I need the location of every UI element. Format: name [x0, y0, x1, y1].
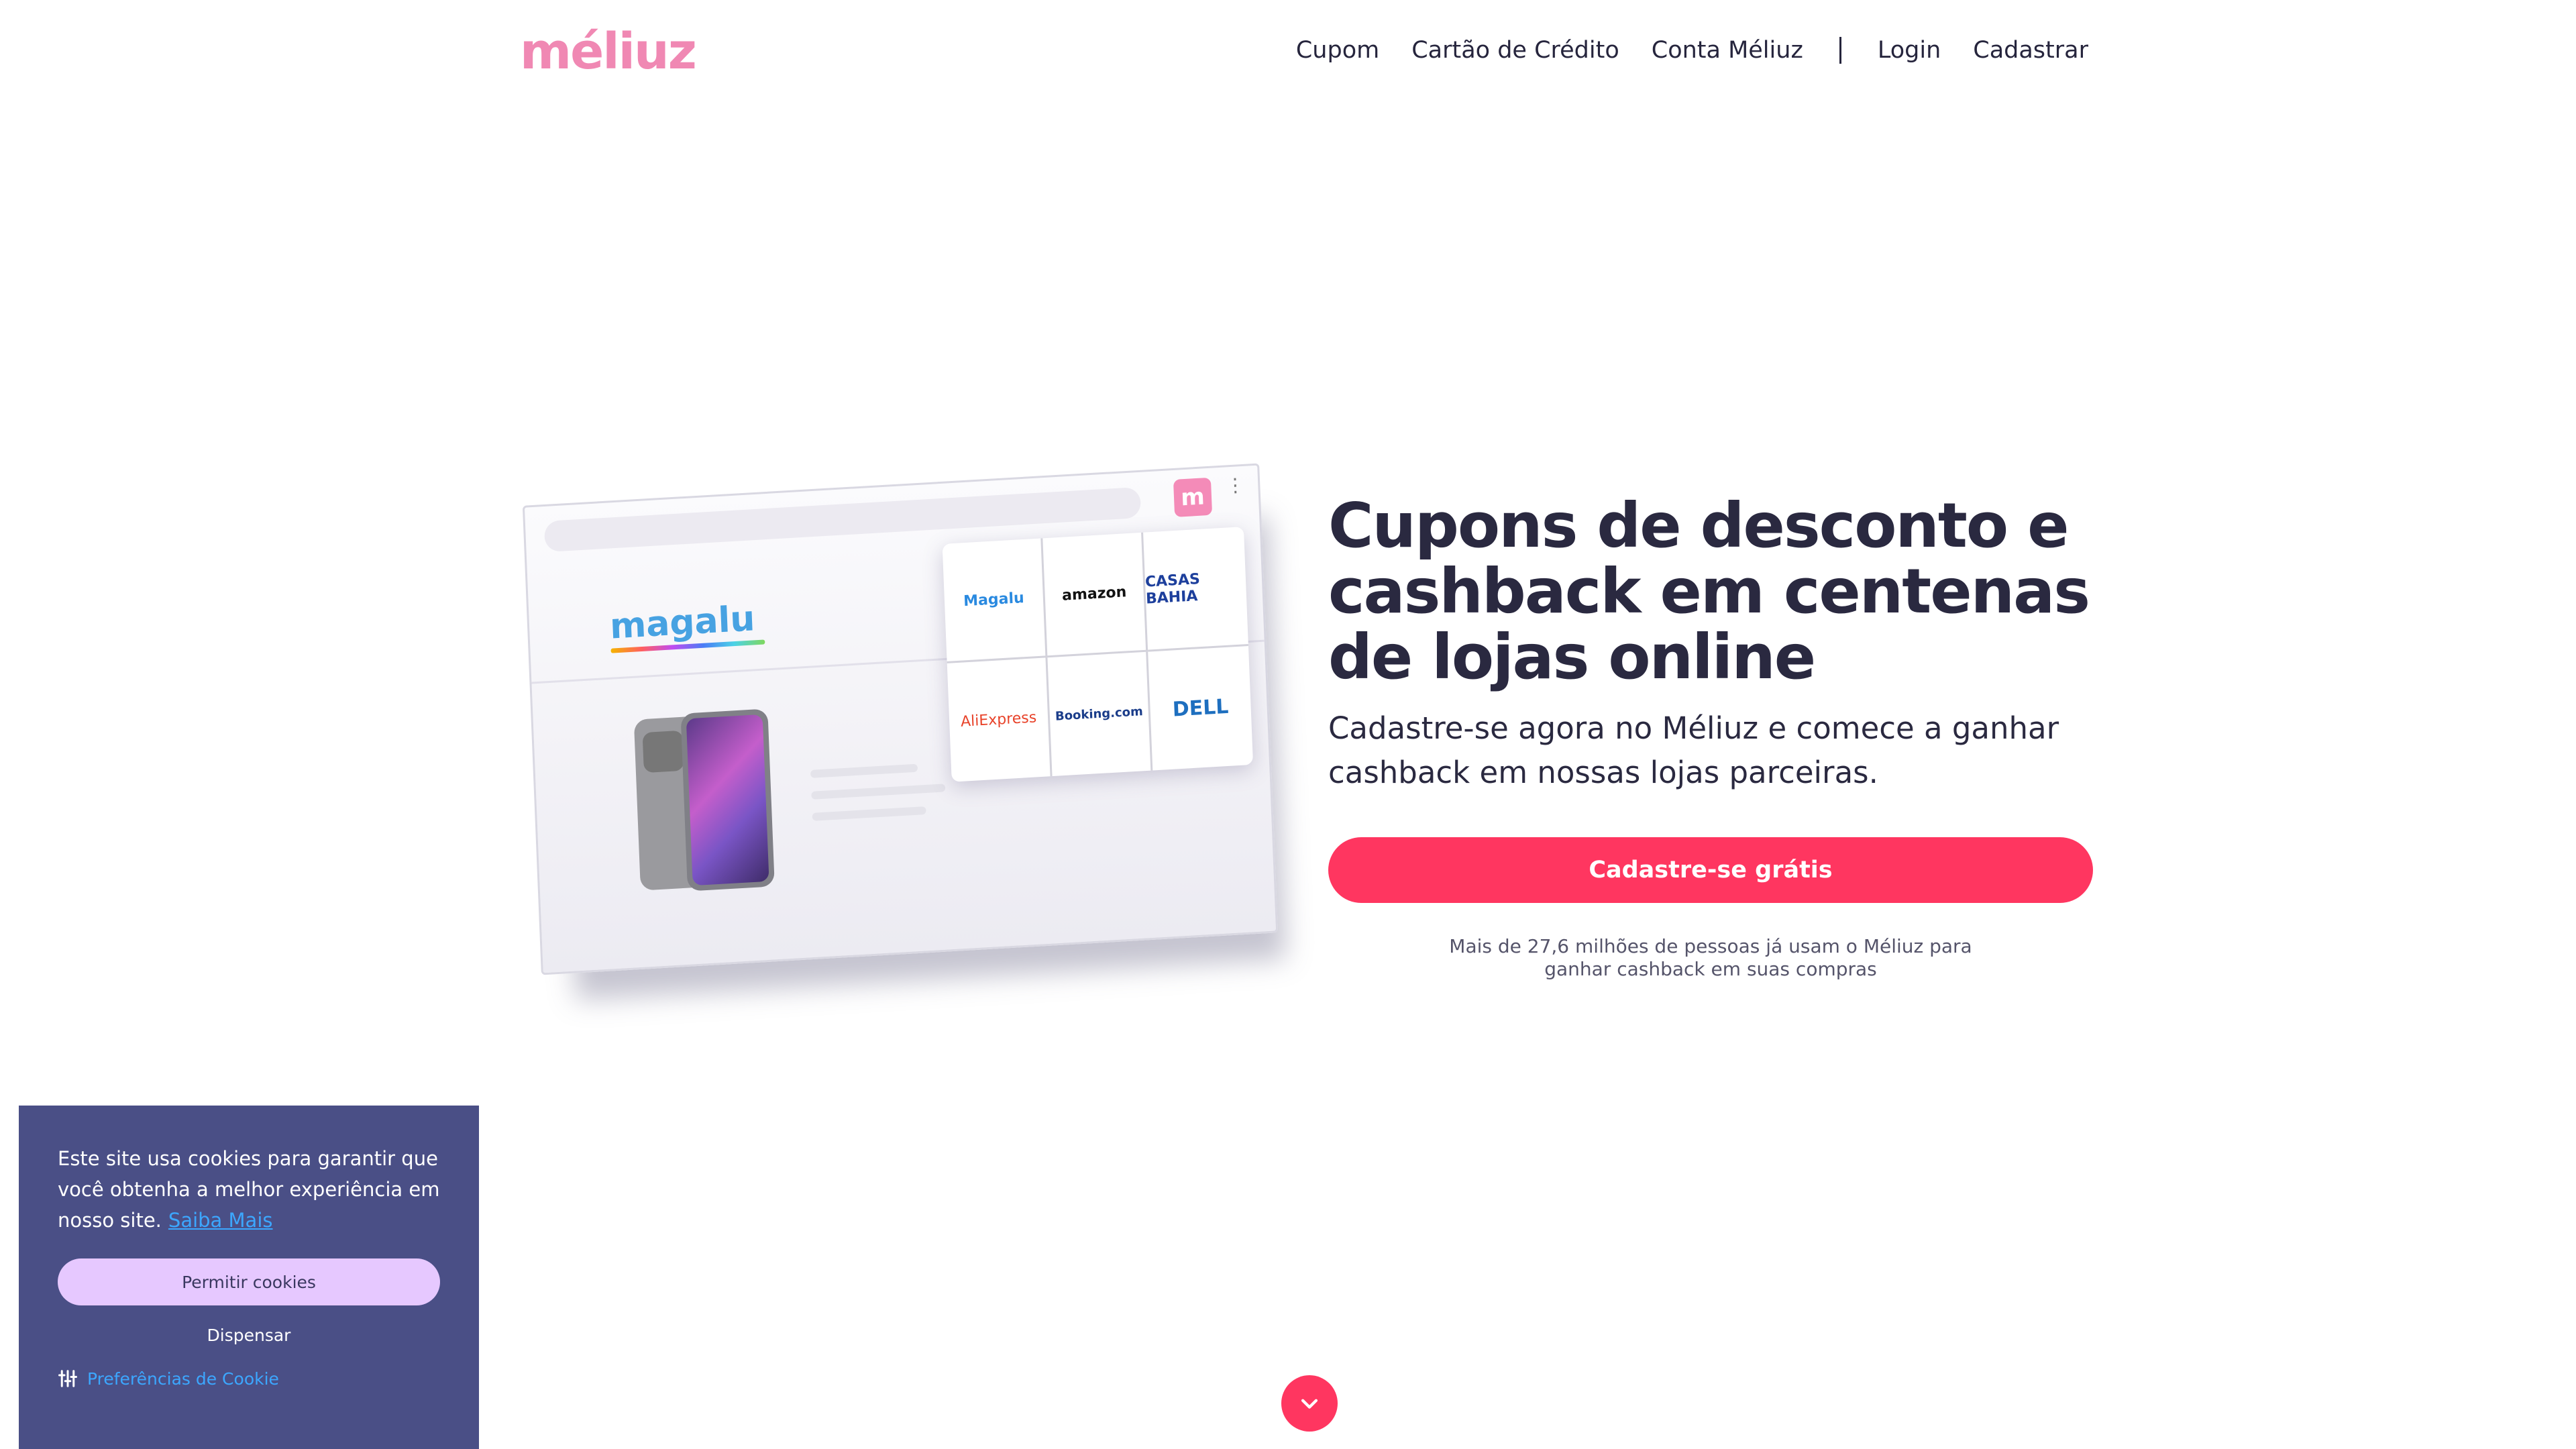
cookie-preferences-label: Preferências de Cookie [87, 1368, 279, 1389]
nav-cadastrar[interactable]: Cadastrar [1973, 34, 2088, 67]
store-cell-magalu: Magalu [942, 538, 1048, 663]
nav-divider [1839, 37, 1841, 64]
user-count-line-2: ganhar cashback em suas compras [1544, 958, 1877, 980]
nav-login[interactable]: Login [1878, 34, 1941, 67]
nav-conta-meliuz[interactable]: Conta Méliuz [1652, 34, 1803, 67]
cookie-message: Este site usa cookies para garantir que … [58, 1147, 440, 1232]
learn-more-link[interactable]: Saiba Mais [168, 1209, 273, 1232]
meliuz-extension-icon: m [1173, 477, 1213, 517]
nav-cartao-de-credito[interactable]: Cartão de Crédito [1411, 34, 1619, 67]
cookie-preferences-link[interactable]: Preferências de Cookie [58, 1368, 440, 1389]
store-cell-amazon: amazon [1042, 532, 1148, 657]
user-count-line-1: Mais de 27,6 milhões de pessoas já usam … [1449, 935, 1972, 957]
user-count-text: Mais de 27,6 milhões de pessoas já usam … [1328, 935, 2093, 981]
signup-free-button[interactable]: Cadastre-se grátis [1328, 837, 2093, 903]
nav-cupom[interactable]: Cupom [1296, 34, 1379, 67]
store-logo: magalu [609, 598, 765, 653]
hero-illustration: m ⋮ magalu Magalu amazon CASAS BAHIA Ali… [517, 463, 1295, 1020]
scroll-down-button[interactable] [1281, 1375, 1338, 1432]
dismiss-cookies-button[interactable]: Dispensar [58, 1316, 440, 1354]
chevron-down-icon [1301, 1399, 1318, 1409]
hero-text: Cupons de desconto e cashback em centena… [1328, 493, 2093, 795]
allow-cookies-button[interactable]: Permitir cookies [58, 1258, 440, 1305]
phone-image [633, 708, 775, 894]
browser-mockup: m ⋮ magalu Magalu amazon CASAS BAHIA Ali… [522, 463, 1279, 975]
hero-subtitle: Cadastre-se agora no Méliuz e comece a g… [1328, 710, 2059, 790]
store-cell-booking: Booking.com [1047, 651, 1153, 777]
cookie-banner: Este site usa cookies para garantir que … [19, 1106, 479, 1449]
main-nav: Cupom Cartão de Crédito Conta Méliuz Log… [1296, 34, 2088, 67]
store-cell-aliexpress: AliExpress [947, 657, 1053, 782]
store-cell-casas-bahia: CASAS BAHIA [1143, 527, 1248, 652]
meliuz-logo[interactable]: méliuz [520, 27, 697, 76]
product-text-placeholder [810, 762, 947, 834]
hero-title: Cupons de desconto e cashback em centena… [1328, 490, 2090, 693]
sliders-icon [58, 1370, 77, 1387]
more-options-icon: ⋮ [1225, 473, 1245, 497]
store-cell-dell: DELL [1172, 694, 1230, 722]
partner-stores-popup: Magalu amazon CASAS BAHIA AliExpress Boo… [942, 527, 1254, 782]
